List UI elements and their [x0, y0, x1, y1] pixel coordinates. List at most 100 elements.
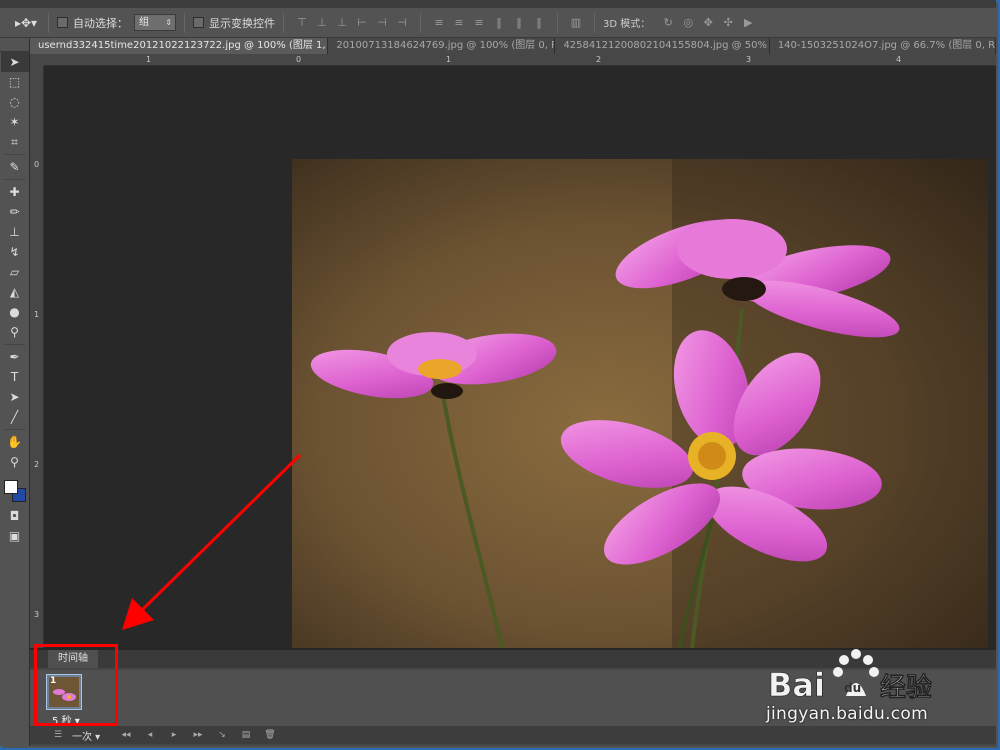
zoom-tool-icon[interactable]: ⚲	[1, 452, 29, 472]
ruler-tick-label: 3	[34, 610, 40, 619]
distribute-top-icon[interactable]: ≡	[431, 15, 447, 31]
blur-tool-icon[interactable]: ●	[1, 302, 29, 322]
distribute-left-icon[interactable]: ‖	[491, 15, 507, 31]
ruler-tick-label: 2	[596, 55, 602, 64]
document-tab-label: usernd332415time20121022123722.jpg @ 100…	[38, 40, 327, 51]
history-brush-tool-icon[interactable]: ↯	[1, 242, 29, 262]
move-tool-preset-picker[interactable]: ▸✥▾	[12, 13, 40, 33]
document-tab-label: 20100713184624769.jpg @ 100% (图层 0, RGB.…	[336, 40, 554, 51]
loop-value: 一次	[72, 731, 92, 743]
options-divider	[557, 12, 558, 33]
show-transform-checkbox[interactable]: 显示变换控件	[193, 15, 275, 31]
previous-frame-icon[interactable]: ◂	[140, 728, 160, 742]
ruler-tick-label: 0	[296, 55, 302, 64]
ruler-tick-label: 3	[746, 55, 752, 64]
options-divider	[48, 12, 49, 33]
svg-text:du: du	[844, 681, 861, 695]
distribute-hcenter-icon[interactable]: ‖	[511, 15, 527, 31]
eraser-tool-icon[interactable]: ▱	[1, 262, 29, 282]
paint-bucket-tool-icon[interactable]: ◭	[1, 282, 29, 302]
3d-rotate-icon[interactable]: ↻	[660, 15, 676, 31]
convert-timeline-icon[interactable]: ☰	[48, 728, 68, 742]
ruler-tick-label: 2	[34, 460, 40, 469]
first-frame-icon[interactable]: ◂◂	[116, 728, 136, 742]
options-divider	[594, 12, 595, 33]
ruler-origin[interactable]	[30, 54, 44, 66]
watermark-url: jingyan.baidu.com	[766, 704, 928, 724]
auto-align-icon[interactable]: ▥	[568, 15, 584, 31]
options-divider	[283, 12, 284, 33]
3d-roll-icon[interactable]: ◎	[680, 15, 696, 31]
align-right-icon[interactable]: ⊣	[394, 15, 410, 31]
svg-text:经验: 经验	[880, 672, 932, 703]
vertical-ruler[interactable]: 0 1 2 3	[30, 66, 44, 648]
align-hcenter-icon[interactable]: ⊣	[374, 15, 390, 31]
tools-divider	[4, 429, 25, 430]
eyedropper-tool-icon[interactable]: ✎	[1, 157, 29, 177]
type-tool-icon[interactable]: T	[1, 367, 29, 387]
menu-bar	[0, 0, 996, 8]
tools-divider	[4, 344, 25, 345]
tween-icon[interactable]: ↘	[212, 728, 232, 742]
distribute-vcenter-icon[interactable]: ≡	[451, 15, 467, 31]
screen-mode-icon[interactable]: ▣	[1, 526, 29, 546]
document-tab-label: 140-1503251024O7.jpg @ 66.7% (图层 0, RGB/…	[777, 40, 996, 51]
document-tab[interactable]: usernd332415time20121022123722.jpg @ 100…	[30, 38, 329, 54]
healing-brush-tool-icon[interactable]: ✚	[1, 182, 29, 202]
ruler-tick-label: 1	[34, 310, 40, 319]
auto-select-box[interactable]	[57, 17, 68, 28]
tools-divider	[4, 179, 25, 180]
document-tab[interactable]: 140-1503251024O7.jpg @ 66.7% (图层 0, RGB/…	[769, 38, 996, 54]
play-icon[interactable]: ▸	[164, 728, 184, 742]
auto-select-checkbox[interactable]: 自动选择：	[57, 15, 128, 31]
hand-tool-icon[interactable]: ✋	[1, 432, 29, 452]
tools-panel-grip[interactable]	[0, 38, 29, 52]
3d-slide-icon[interactable]: ✣	[720, 15, 736, 31]
move-tool-icon[interactable]: ➤	[0, 52, 29, 72]
ruler-tick-label: 1	[446, 55, 452, 64]
marquee-tool-icon[interactable]: ⬚	[1, 72, 29, 92]
align-top-icon[interactable]: ⊤	[294, 15, 310, 31]
dodge-tool-icon[interactable]: ⚲	[1, 322, 29, 342]
document-tab-label: 42584121200802104155804.jpg @ 50% (图...	[563, 40, 768, 51]
tools-panel: ➤ ⬚ ◌ ✶ ⌗ ✎ ✚ ✏ ⊥ ↯ ▱ ◭ ● ⚲ ✒ T ➤ ╱ ✋ ⚲ …	[0, 38, 30, 746]
crop-tool-icon[interactable]: ⌗	[1, 132, 29, 152]
foreground-color-swatch[interactable]	[3, 480, 18, 494]
line-tool-icon[interactable]: ╱	[1, 407, 29, 427]
pen-tool-icon[interactable]: ✒	[1, 347, 29, 367]
loop-options-select[interactable]: 一次 ▾	[72, 728, 112, 743]
auto-select-target-select[interactable]: 组	[134, 14, 176, 31]
cosmos-flower-photo[interactable]	[292, 159, 988, 648]
duplicate-frame-icon[interactable]: ▤	[236, 728, 256, 742]
quick-mask-icon[interactable]: ◘	[1, 506, 29, 526]
distribute-right-icon[interactable]: ‖	[531, 15, 547, 31]
delete-frame-icon[interactable]: 🗑	[260, 728, 280, 742]
distribute-bottom-icon[interactable]: ≡	[471, 15, 487, 31]
show-transform-box[interactable]	[193, 17, 204, 28]
ruler-tick-label: 0	[34, 160, 40, 169]
color-swatches[interactable]	[2, 478, 28, 506]
document-tab[interactable]: 42584121200802104155804.jpg @ 50% (图... …	[555, 38, 770, 54]
tools-divider	[4, 154, 25, 155]
ruler-tick-label: 1	[146, 55, 152, 64]
horizontal-ruler[interactable]: 1 0 1 2 3 4	[44, 54, 996, 66]
document-tab[interactable]: 20100713184624769.jpg @ 100% (图层 0, RGB.…	[328, 38, 556, 54]
ruler-tick-label: 4	[896, 55, 902, 64]
path-selection-tool-icon[interactable]: ➤	[1, 387, 29, 407]
3d-scale-icon[interactable]: ▶	[740, 15, 756, 31]
lasso-tool-icon[interactable]: ◌	[1, 92, 29, 112]
brush-tool-icon[interactable]: ✏	[1, 202, 29, 222]
magic-wand-tool-icon[interactable]: ✶	[1, 112, 29, 132]
clone-stamp-tool-icon[interactable]: ⊥	[1, 222, 29, 242]
document-canvas[interactable]	[44, 66, 996, 648]
baidu-jingyan-watermark-logo: Bai du 经验	[768, 649, 932, 704]
annotation-highlight-box	[34, 644, 118, 726]
align-left-icon[interactable]: ⊢	[354, 15, 370, 31]
align-bottom-icon[interactable]: ⊥	[334, 15, 350, 31]
options-divider	[420, 12, 421, 33]
options-divider	[184, 12, 185, 33]
auto-select-label: 自动选择：	[73, 16, 128, 30]
next-frame-icon[interactable]: ▸▸	[188, 728, 208, 742]
align-vcenter-icon[interactable]: ⊥	[314, 15, 330, 31]
3d-drag-icon[interactable]: ✥	[700, 15, 716, 31]
